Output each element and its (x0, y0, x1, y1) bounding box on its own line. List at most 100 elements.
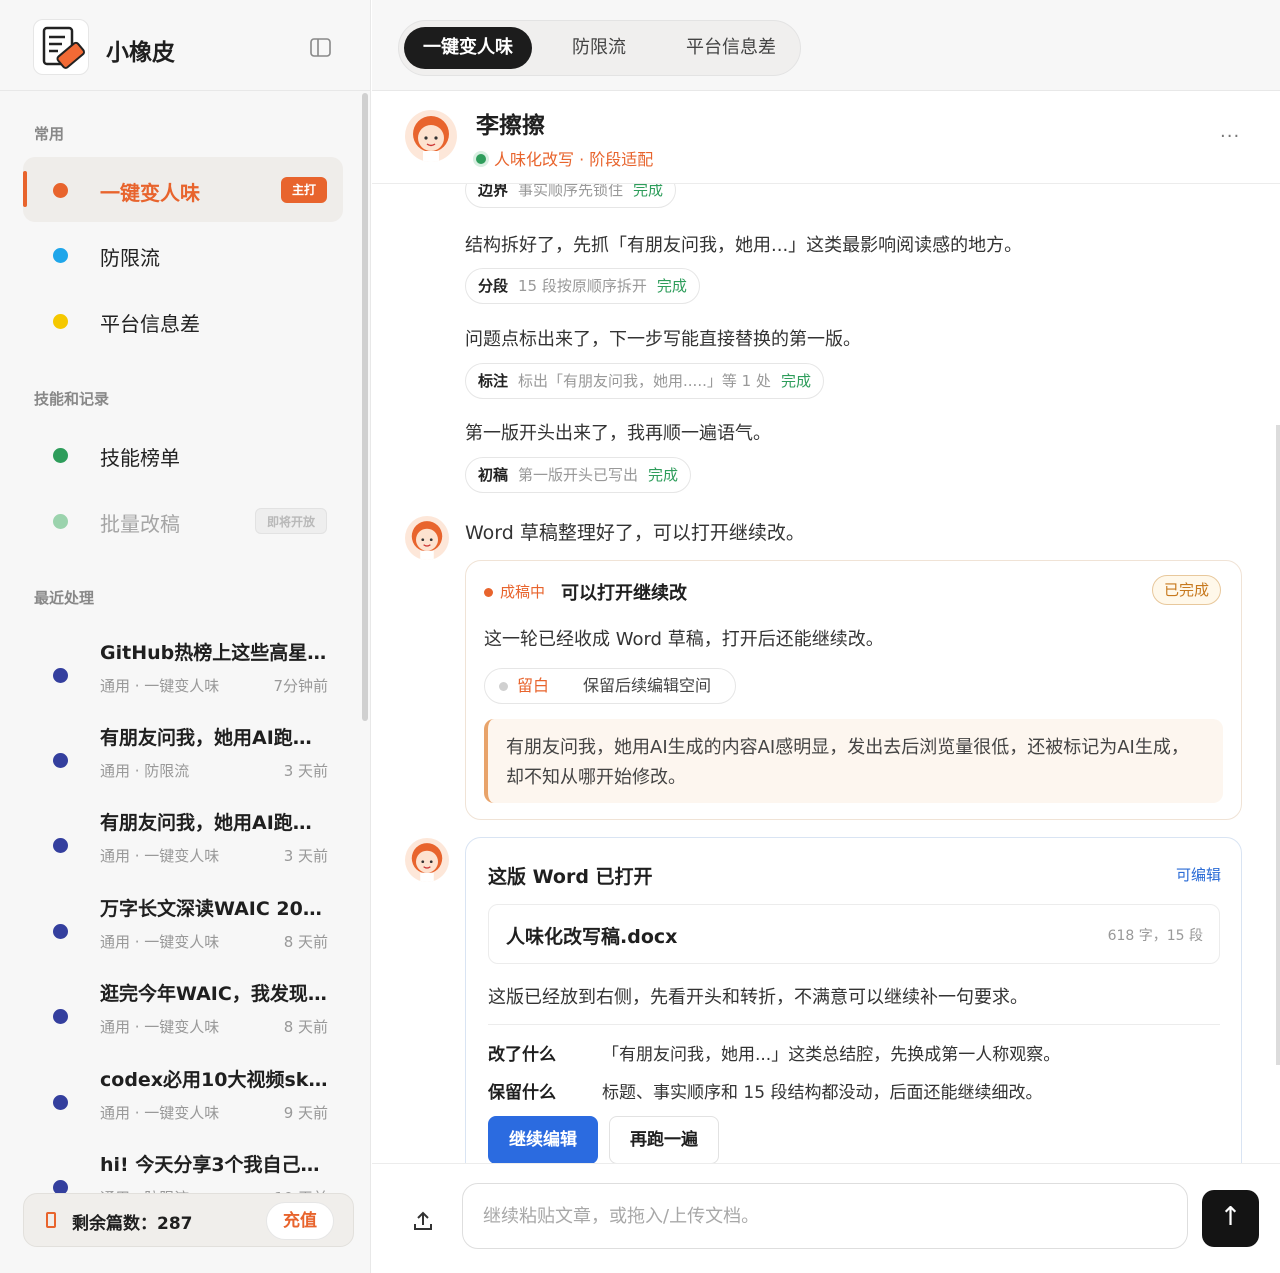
quota-label: 剩余篇数：287 (72, 1214, 193, 1234)
progress-note: 问题点标出来了，下一步写能直接替换的第一版。 (465, 329, 861, 350)
nav-label: 批量改稿 (100, 512, 180, 536)
message-input[interactable] (462, 1183, 1188, 1249)
nav-item-anti-throttle[interactable]: 防限流 (23, 222, 343, 287)
recharge-button[interactable]: 充值 (266, 1202, 334, 1240)
file-name: 人味化改写稿.docx (506, 926, 678, 948)
sidebar: 小橡皮 常用 一键变人味 主打 防限流 平台信息差 技能和记录 技能榜单 批量改… (0, 0, 371, 1273)
chat-area: 边界 事实顺序先锁住 完成 结构拆好了，先抓「有朋友问我，她用...」这类最影响阅读… (372, 184, 1280, 1163)
whitespace-chip: 留白 保留后续编辑空间 (484, 668, 736, 704)
recent-time: 8 天前 (283, 933, 328, 951)
tab-anti-throttle[interactable]: 防限流 (540, 27, 658, 69)
card-title: 这版 Word 已打开 (488, 866, 653, 888)
girl-avatar-icon (411, 843, 443, 882)
recent-item[interactable]: codex必用10大视频skill… 通用 · 一键变人味 9 天前 (23, 1065, 343, 1145)
sidebar-scrollbar[interactable] (362, 93, 368, 721)
nav-dot (53, 183, 68, 198)
eraser-doc-icon (42, 26, 85, 69)
sidebar-toggle-icon[interactable] (310, 38, 331, 57)
card-description: 这版已经放到右侧，先看开头和转折，不满意可以继续补一句要求。 (488, 987, 1028, 1008)
nav-item-platform-info[interactable]: 平台信息差 (23, 288, 343, 353)
recent-item[interactable]: 逛完今年WAIC，我发现… 通用 · 一键变人味 8 天前 (23, 979, 343, 1059)
avatar (405, 110, 457, 162)
section-recent-label: 最近处理 (34, 589, 95, 607)
send-button[interactable]: ↑ (1202, 1190, 1259, 1247)
draft-status-card: 成稿中 可以打开继续改 已完成 这一轮已经收成 Word 草稿，打开后还能继续改… (465, 560, 1242, 820)
file-meta: 618 字，15 段 (1107, 928, 1203, 944)
assistant-message: Word 草稿整理好了，可以打开继续改。 (465, 522, 805, 544)
recent-time: 3 天前 (283, 847, 328, 865)
section-common-label: 常用 (34, 125, 65, 143)
more-menu-icon[interactable]: ··· (1220, 126, 1240, 147)
recent-dot (53, 1009, 68, 1024)
recent-meta: 通用 · 一键变人味 (100, 1104, 220, 1122)
progress-note: 第一版开头出来了，我再顺一遍语气。 (465, 423, 771, 444)
recent-item[interactable]: 有朋友问我，她用AI跑出来的… 通用 · 一键变人味 3 天前 (23, 808, 343, 888)
tab-humanize[interactable]: 一键变人味 (404, 27, 532, 69)
section-skills-label: 技能和记录 (34, 390, 110, 408)
mode-tabs: 一键变人味 防限流 平台信息差 (398, 20, 801, 76)
changed-row: 改了什么 「有朋友问我，她用...」这类总结腔，先换成第一人称观察。 (488, 1045, 1061, 1065)
girl-avatar-icon (411, 521, 443, 560)
coming-soon-badge: 即将开放 (254, 508, 327, 534)
done-badge: 已完成 (1152, 575, 1222, 605)
recent-dot (53, 1095, 68, 1110)
recent-meta: 通用 · 一键变人味 (100, 847, 220, 865)
step-chip: 初稿 第一版开头已写出 完成 (465, 457, 692, 493)
recent-item[interactable]: 有朋友问我，她用AI跑出来的… 通用 · 防限流 3 天前 (23, 723, 343, 803)
assistant-name: 李擦擦 (476, 113, 545, 139)
upload-icon[interactable] (412, 1210, 434, 1232)
composer: ↑ (372, 1163, 1280, 1273)
continue-edit-button[interactable]: 继续编辑 (488, 1116, 598, 1163)
avatar (405, 838, 449, 882)
recent-dot (53, 838, 68, 853)
online-dot (476, 154, 486, 164)
document-icon (46, 1212, 56, 1228)
chat-header: 李擦擦 人味化改写 · 阶段适配 ··· (372, 92, 1280, 184)
recent-time: 9 天前 (283, 1104, 328, 1122)
file-item[interactable]: 人味化改写稿.docx 618 字，15 段 (488, 904, 1220, 964)
avatar (405, 516, 449, 560)
card-description: 这一轮已经收成 Word 草稿，打开后还能继续改。 (484, 629, 884, 650)
state-label: 成稿中 (484, 581, 545, 602)
assistant-subtitle: 人味化改写 · 阶段适配 (494, 150, 654, 169)
recent-time: 7分钟前 (273, 677, 328, 695)
tab-platform-info[interactable]: 平台信息差 (667, 27, 795, 69)
recent-title: 逛完今年WAIC，我发现… (100, 983, 327, 1005)
recent-item[interactable]: GitHub热榜上这些高星skill… 通用 · 一键变人味 7分钟前 (23, 638, 343, 718)
main-badge: 主打 (280, 177, 327, 203)
nav-item-skill-ranking[interactable]: 技能榜单 (23, 422, 343, 487)
rerun-button[interactable]: 再跑一遍 (609, 1116, 719, 1163)
nav-dot (53, 514, 68, 529)
nav-dot (53, 448, 68, 463)
sidebar-header: 小橡皮 (0, 0, 370, 91)
progress-note: 结构拆好了，先抓「有朋友问我，她用...」这类最影响阅读感的地方。 (465, 235, 1023, 256)
app-logo (33, 19, 89, 75)
nav-label: 技能榜单 (100, 446, 180, 470)
nav-label: 一键变人味 (100, 181, 200, 205)
recent-title: codex必用10大视频skill… (100, 1069, 330, 1091)
recent-dot (53, 924, 68, 939)
word-opened-card: 这版 Word 已打开 可编辑 人味化改写稿.docx 618 字，15 段 这… (465, 837, 1242, 1163)
nav-label: 平台信息差 (100, 312, 200, 336)
nav-label: 防限流 (100, 246, 160, 270)
recent-title: 万字长文深读WAIC 2025… (100, 898, 330, 920)
editable-link[interactable]: 可编辑 (1176, 864, 1221, 885)
active-indicator (23, 171, 27, 207)
recent-meta: 通用 · 一键变人味 (100, 677, 220, 695)
step-chip: 边界 事实顺序先锁住 完成 (465, 184, 677, 208)
girl-avatar-icon (413, 116, 449, 162)
nav-item-humanize[interactable]: 一键变人味 主打 (23, 157, 343, 222)
recent-dot (53, 668, 68, 683)
quota-bar: 剩余篇数：287 充值 (23, 1193, 354, 1247)
recent-item[interactable]: 万字长文深读WAIC 2025… 通用 · 一键变人味 8 天前 (23, 894, 343, 974)
recent-dot (53, 753, 68, 768)
recent-title: 有朋友问我，她用AI跑出来的… (100, 812, 330, 834)
chat-scrollbar[interactable] (1276, 425, 1280, 1065)
recent-title: 有朋友问我，她用AI跑出来的… (100, 727, 330, 749)
recent-time: 8 天前 (283, 1018, 328, 1036)
nav-dot (53, 314, 68, 329)
assistant-status: 人味化改写 · 阶段适配 (476, 146, 653, 170)
nav-dot (53, 248, 68, 263)
step-chip: 标注 标出「有朋友问我，她用.....」等 1 处完成 (465, 363, 824, 399)
recent-meta: 通用 · 一键变人味 (100, 933, 220, 951)
